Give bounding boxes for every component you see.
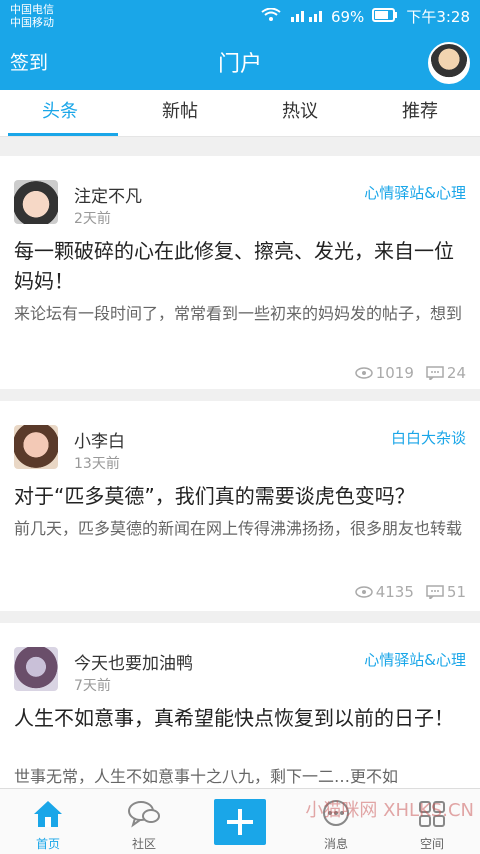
- comment-count: 24: [446, 364, 466, 382]
- tab-headlines[interactable]: 头条: [0, 90, 120, 136]
- comments: 24: [426, 364, 466, 382]
- post-card[interactable]: 注定不凡 2天前 心情驿站&心理 每一颗破碎的心在此修复、擦亮、发光，来自一位妈…: [0, 156, 480, 389]
- forum-tag[interactable]: 心情驿站&心理: [364, 649, 466, 670]
- carrier-2: 中国移动: [10, 16, 54, 29]
- watermark: 小猫咪网 XHLKS.CN: [305, 800, 474, 821]
- author-avatar[interactable]: [14, 180, 58, 224]
- clock: 下午3:28: [406, 8, 470, 26]
- author-avatar[interactable]: [14, 425, 58, 469]
- nav-messages-label: 消息: [323, 837, 348, 851]
- tab-bar: 头条 新帖 热议 推荐: [0, 90, 480, 137]
- post-excerpt: 世事无常，人生不如意事十之八九，剩下一二…更不如: [14, 767, 399, 786]
- home-icon: [32, 799, 64, 832]
- post-excerpt: 前几天，匹多莫德的新闻在网上传得沸沸扬扬，很多朋友也转载: [14, 519, 463, 538]
- post-time: 2天前: [74, 211, 111, 227]
- status-bar: 中国电信 中国移动 69% 下午3:28: [0, 0, 480, 34]
- author-name[interactable]: 小李白: [74, 427, 125, 452]
- nav-space-label: 空间: [419, 837, 444, 851]
- nav-home-label: 首页: [35, 837, 60, 851]
- comments: 51: [426, 583, 466, 601]
- post-title[interactable]: 对于“匹多莫德”，我们真的需要谈虎色变吗？: [14, 481, 466, 511]
- post-meta: 4135 51: [354, 583, 466, 601]
- nav-community-label: 社区: [131, 837, 156, 851]
- author-name[interactable]: 今天也要加油鸭: [74, 649, 193, 674]
- post-title[interactable]: 每一颗破碎的心在此修复、擦亮、发光，来自一位妈妈！: [14, 236, 466, 296]
- post-meta: 1019 24: [354, 364, 466, 382]
- tab-new-posts[interactable]: 新帖: [120, 90, 240, 136]
- views: 4135: [354, 583, 414, 601]
- post-card[interactable]: 小李白 13天前 白白大杂谈 对于“匹多莫德”，我们真的需要谈虎色变吗？ 前几天…: [0, 401, 480, 611]
- comment-icon: [426, 366, 444, 380]
- nav-community[interactable]: 社区: [96, 789, 192, 854]
- nav-post[interactable]: [192, 789, 288, 854]
- eye-icon: [354, 586, 373, 598]
- battery-icon: [372, 7, 398, 26]
- post-time: 13天前: [74, 456, 120, 472]
- app-bar: 签到 门户: [0, 34, 480, 90]
- page-title: 门户: [217, 52, 262, 77]
- chat-bubbles-icon: [127, 799, 161, 832]
- eye-icon: [354, 367, 373, 379]
- author-avatar[interactable]: [14, 647, 58, 691]
- tab-recommended[interactable]: 推荐: [360, 90, 480, 136]
- post-feed: 注定不凡 2天前 心情驿站&心理 每一颗破碎的心在此修复、擦亮、发光，来自一位妈…: [0, 156, 480, 835]
- plus-icon: [214, 799, 266, 845]
- signal-icon: [289, 8, 323, 26]
- post-excerpt: 来论坛有一段时间了，常常看到一些初来的妈妈发的帖子，想到: [14, 304, 463, 323]
- view-count: 1019: [375, 364, 414, 382]
- status-icons: 69% 下午3:28: [261, 6, 470, 27]
- view-count: 4135: [375, 583, 414, 601]
- carrier-info: 中国电信 中国移动: [10, 3, 54, 29]
- post-time: 7天前: [74, 678, 111, 694]
- forum-tag[interactable]: 白白大杂谈: [391, 427, 466, 448]
- nav-home[interactable]: 首页: [0, 789, 96, 854]
- tab-hot[interactable]: 热议: [240, 90, 360, 136]
- comment-icon: [426, 585, 444, 599]
- views: 1019: [354, 364, 414, 382]
- carrier-1: 中国电信: [10, 3, 54, 16]
- comment-count: 51: [446, 583, 466, 601]
- battery-percent: 69%: [330, 7, 365, 26]
- forum-tag[interactable]: 心情驿站&心理: [364, 182, 466, 203]
- author-name[interactable]: 注定不凡: [74, 182, 142, 207]
- post-title[interactable]: 人生不如意事，真希望能快点恢复到以前的日子！: [14, 703, 466, 733]
- user-avatar[interactable]: [428, 42, 470, 84]
- wifi-icon: [261, 7, 281, 26]
